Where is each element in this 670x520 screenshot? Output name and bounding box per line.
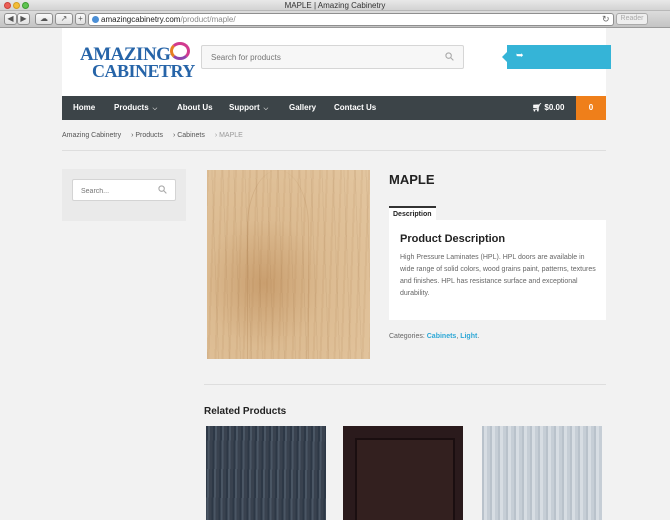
globe-icon — [92, 16, 99, 23]
product-search-input[interactable] — [202, 46, 432, 68]
cart-count-badge[interactable]: 0 — [576, 96, 606, 120]
nav-item-support[interactable]: Support ⌵ — [229, 96, 268, 120]
divider — [62, 150, 606, 151]
nav-item-products[interactable]: Products ⌵ — [114, 96, 157, 120]
cloud-icon[interactable]: ☁ — [35, 13, 53, 25]
reader-button[interactable]: Reader — [616, 13, 648, 25]
site-logo[interactable]: AMAZING CABINETRY — [80, 42, 195, 82]
tab-description[interactable]: Description — [389, 206, 436, 220]
address-bar[interactable]: amazingcabinetry.com/product/maple/ — [88, 13, 614, 26]
share-icon[interactable]: ↗ — [55, 13, 73, 25]
description-heading: Product Description — [400, 233, 506, 245]
chevron-down-icon: ⌵ — [152, 106, 158, 112]
sidebar-search — [72, 179, 176, 202]
cart-total: $0.00 — [544, 103, 565, 112]
reload-icon[interactable]: ↻ — [602, 14, 610, 25]
window-titlebar: MAPLE | Amazing Cabinetry — [0, 0, 670, 11]
product-image[interactable] — [207, 170, 370, 359]
forward-button[interactable]: ▶ — [17, 13, 30, 25]
back-button[interactable]: ◀ — [4, 13, 17, 25]
sidebar — [62, 169, 186, 221]
main-navigation: Home Products ⌵ About Us Support ⌵ Gallery… — [62, 96, 606, 120]
product-title: MAPLE — [389, 172, 435, 187]
logo-swirl-icon — [170, 42, 190, 60]
categories-label: Categories: — [389, 333, 425, 340]
description-text: High Pressure Laminates (HPL). HPL doors… — [400, 254, 596, 297]
divider — [204, 384, 606, 385]
nav-item-about-us[interactable]: About Us — [177, 96, 213, 120]
description-panel: Product Description High Pressure Lamina… — [389, 220, 606, 320]
chevron-down-icon: ⌵ — [263, 106, 269, 112]
related-product-image[interactable] — [206, 426, 326, 520]
search-icon[interactable] — [158, 185, 167, 194]
nav-item-home[interactable]: Home — [73, 96, 95, 120]
breadcrumb: Amazing Cabinetry › Products › Cabinets … — [62, 132, 251, 139]
category-link-light[interactable]: Light — [460, 333, 477, 340]
login-button[interactable]: ➥ — [502, 45, 611, 69]
nav-item-gallery[interactable]: Gallery — [289, 96, 316, 120]
breadcrumb-home[interactable]: Amazing Cabinetry — [62, 132, 121, 139]
new-tab-button[interactable]: + — [75, 13, 86, 25]
window-title: MAPLE | Amazing Cabinetry — [284, 1, 386, 10]
product-search — [201, 45, 464, 69]
related-product-image[interactable] — [482, 426, 602, 520]
sidebar-search-input[interactable] — [73, 181, 153, 202]
product-categories: Categories: Cabinets, Light. — [389, 333, 480, 340]
site-header: AMAZING CABINETRY ➥ — [62, 28, 611, 96]
login-icon: ➥ — [516, 50, 524, 60]
related-products-title: Related Products — [204, 406, 287, 417]
url-path: /product/maple/ — [180, 15, 236, 24]
breadcrumb-products[interactable]: › Products — [131, 132, 163, 139]
breadcrumb-current: › MAPLE — [214, 132, 243, 139]
logo-word-2: CABINETRY — [92, 61, 195, 81]
related-product-image[interactable] — [343, 426, 463, 520]
category-link-cabinets[interactable]: Cabinets — [427, 333, 457, 340]
browser-toolbar: ◀ ▶ ☁ ↗ + amazingcabinetry.com/product/m… — [0, 11, 670, 28]
nav-item-contact-us[interactable]: Contact Us — [334, 96, 376, 120]
cart-button[interactable]: 🛒︎ $0.00 — [532, 96, 564, 120]
url-host: amazingcabinetry.com — [101, 15, 181, 24]
breadcrumb-cabinets[interactable]: › Cabinets — [173, 132, 205, 139]
search-icon[interactable] — [445, 52, 454, 61]
cart-icon: 🛒︎ — [532, 103, 543, 112]
